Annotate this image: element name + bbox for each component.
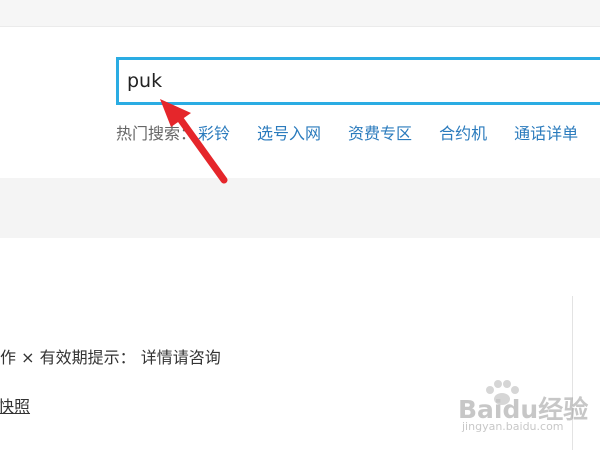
hot-link-xuanhao[interactable]: 选号入网 [257, 120, 321, 144]
divider-line [572, 296, 573, 450]
hot-search-label: 热门搜索： [116, 124, 197, 143]
snapshot-link[interactable]: 快照 [0, 393, 30, 417]
hot-link-heyueji[interactable]: 合约机 [439, 120, 487, 144]
result-text-start: 作 [0, 348, 17, 367]
top-strip [0, 0, 600, 27]
hot-link-tonghua[interactable]: 通话详单 [514, 120, 578, 144]
result-description: 作 × 有效期提示： 详情请咨询 [0, 344, 221, 368]
close-icon[interactable]: × [21, 348, 34, 367]
result-text-validity: 有效期提示： 详情请咨询 [39, 348, 221, 367]
search-input[interactable] [119, 60, 600, 102]
gray-band [0, 178, 600, 238]
hot-search-row: 热门搜索： 彩铃 选号入网 资费专区 合约机 通话详单 [116, 120, 600, 144]
search-box[interactable] [116, 57, 600, 105]
hot-link-zifei[interactable]: 资费专区 [348, 120, 412, 144]
hot-link-cailing[interactable]: 彩铃 [198, 120, 230, 144]
